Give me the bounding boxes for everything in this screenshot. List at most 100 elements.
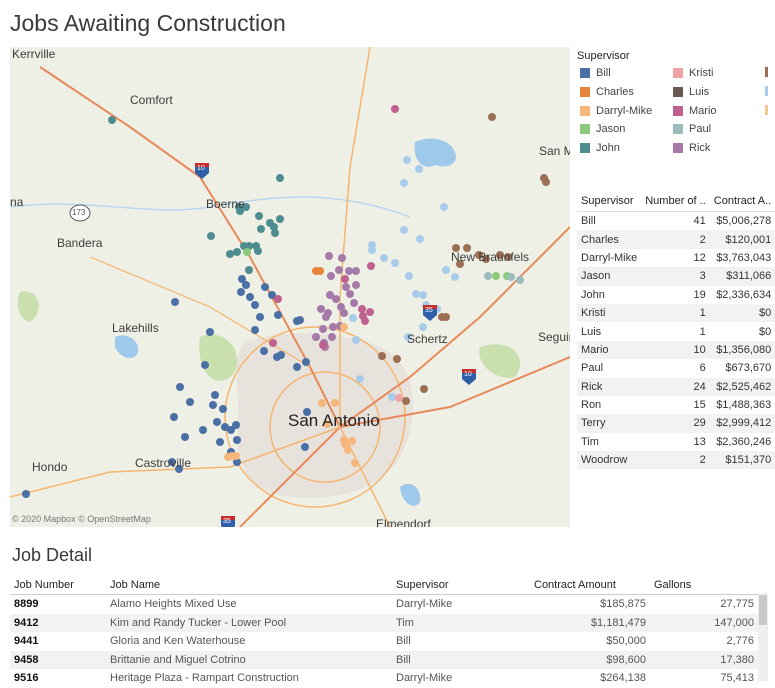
table-row[interactable]: Terry 29 $2,999,412 bbox=[577, 414, 775, 433]
job-point bbox=[219, 405, 227, 413]
count-cell: 19 bbox=[693, 288, 706, 301]
job-point bbox=[451, 273, 459, 281]
legend-item-paul[interactable]: Paul bbox=[673, 123, 711, 135]
legend-item-john[interactable]: John bbox=[580, 142, 620, 154]
job-point bbox=[246, 293, 254, 301]
legend-swatch bbox=[580, 68, 590, 78]
place-schertz: Schertz bbox=[407, 332, 448, 346]
count-cell: 15 bbox=[693, 399, 706, 412]
legend-item-darryl-mike[interactable]: Darryl-Mike bbox=[580, 105, 652, 117]
table-row[interactable]: 8899 Alamo Heights Mixed Use Darryl-Mike… bbox=[10, 595, 758, 614]
table-row[interactable]: Bill 41 $5,006,278 bbox=[577, 212, 775, 231]
job-point bbox=[351, 459, 359, 467]
supervisor-cell: Jason bbox=[577, 267, 642, 286]
place-lakehills: Lakehills bbox=[112, 321, 159, 335]
jobs-map[interactable]: 10 35 10 35 173 Kerrville Comfort Boerne… bbox=[10, 47, 570, 527]
table-row[interactable]: Woodrow 2 $151,370 bbox=[577, 451, 775, 470]
table-row[interactable]: 9441 Gloria and Ken Waterhouse Bill $50,… bbox=[10, 632, 758, 651]
table-row[interactable]: Mario 10 $1,356,080 bbox=[577, 340, 775, 360]
legend-swatch-overflow bbox=[765, 86, 768, 96]
table-row[interactable]: Darryl-Mike 12 $3,763,043 bbox=[577, 249, 775, 267]
shield-label: 173 bbox=[72, 208, 86, 217]
table-row[interactable]: Kristi 1 $0 bbox=[577, 303, 775, 323]
column-header[interactable]: Contract A.. bbox=[709, 191, 775, 212]
dashboard-title: Jobs Awaiting Construction bbox=[10, 10, 286, 36]
job-point bbox=[316, 267, 324, 275]
job-point bbox=[366, 308, 374, 316]
job-point bbox=[22, 490, 30, 498]
job-point bbox=[207, 232, 215, 240]
supervisor-cell: Mario bbox=[577, 340, 642, 360]
legend-item-luis[interactable]: Luis bbox=[673, 86, 709, 98]
place-san-antonio: San Antonio bbox=[288, 411, 380, 430]
legend-item-charles[interactable]: Charles bbox=[580, 86, 634, 98]
legend-title: Supervisor bbox=[577, 50, 630, 62]
legend-swatch bbox=[580, 87, 590, 97]
job-point bbox=[312, 333, 320, 341]
legend-item-mario[interactable]: Mario bbox=[673, 105, 717, 117]
legend-item-bill[interactable]: Bill bbox=[580, 67, 611, 79]
shield-label: 35 bbox=[223, 518, 231, 525]
place-seguin: Seguin bbox=[538, 330, 570, 344]
job-point bbox=[274, 311, 282, 319]
legend-item-kristi[interactable]: Kristi bbox=[673, 67, 713, 79]
column-header[interactable]: Number of .. bbox=[641, 191, 710, 212]
legend-label: Rick bbox=[689, 142, 711, 154]
job-point bbox=[260, 347, 268, 355]
job-detail-scrollbar[interactable] bbox=[758, 593, 768, 681]
job-point bbox=[331, 399, 339, 407]
supervisor-cell: John bbox=[581, 288, 605, 301]
column-header[interactable]: Gallons bbox=[650, 576, 758, 595]
map-canvas[interactable] bbox=[10, 47, 570, 527]
table-row[interactable]: Ron 15 $1,488,363 bbox=[577, 396, 775, 414]
supervisor-cell: Rick bbox=[577, 377, 642, 396]
job-point bbox=[378, 352, 386, 360]
job-point bbox=[213, 418, 221, 426]
table-row[interactable]: 9412 Kim and Randy Tucker - Lower Pool T… bbox=[10, 613, 758, 632]
job-point bbox=[400, 226, 408, 234]
table-row[interactable]: Tim 13 $2,360,246 bbox=[577, 433, 775, 451]
job-point bbox=[403, 156, 411, 164]
job-point bbox=[226, 250, 234, 258]
job-point bbox=[274, 295, 282, 303]
supervisor-cell: Darryl-Mike bbox=[396, 598, 453, 611]
job-number-cell: 9458 bbox=[10, 650, 106, 669]
legend-item-rick[interactable]: Rick bbox=[673, 142, 710, 154]
job-point bbox=[358, 305, 366, 313]
table-row[interactable]: 9458 Brittanie and Miguel Cotrino Bill $… bbox=[10, 650, 758, 669]
legend-item-jason[interactable]: Jason bbox=[580, 123, 625, 135]
job-point bbox=[542, 178, 550, 186]
column-header[interactable]: Supervisor bbox=[392, 576, 530, 595]
job-point bbox=[251, 301, 259, 309]
amount-cell: $0 bbox=[709, 303, 775, 323]
job-point bbox=[233, 248, 241, 256]
job-point bbox=[393, 355, 401, 363]
place-kerrville: Kerrville bbox=[12, 47, 56, 61]
table-row[interactable]: Rick 24 $2,525,462 bbox=[577, 377, 775, 396]
legend-swatch bbox=[580, 143, 590, 153]
table-row[interactable]: Charles 2 $120,001 bbox=[577, 230, 775, 249]
contract-amount-cell: $264,138 bbox=[600, 672, 646, 685]
column-header[interactable]: Job Number bbox=[10, 576, 106, 595]
amount-cell: $151,370 bbox=[709, 451, 775, 470]
table-row[interactable]: John 19 $2,336,634 bbox=[577, 286, 775, 304]
column-header[interactable]: Supervisor bbox=[577, 191, 642, 212]
job-point bbox=[261, 283, 269, 291]
job-point bbox=[293, 363, 301, 371]
map-attribution[interactable]: © 2020 Mapbox © OpenStreetMap bbox=[12, 514, 151, 524]
table-row[interactable]: Paul 6 $673,670 bbox=[577, 359, 775, 377]
scrollbar-thumb[interactable] bbox=[759, 595, 767, 625]
legend-label: Bill bbox=[596, 67, 611, 79]
table-row[interactable]: 9516 Heritage Plaza - Rampart Constructi… bbox=[10, 669, 758, 688]
job-number-cell: 9441 bbox=[14, 635, 39, 648]
shield-label: 35 bbox=[425, 307, 433, 314]
table-row[interactable]: Luis 1 $0 bbox=[577, 322, 775, 340]
legend-label: Paul bbox=[689, 123, 712, 135]
job-point bbox=[352, 267, 360, 275]
job-point bbox=[243, 248, 251, 256]
amount-cell: $1,488,363 bbox=[716, 399, 772, 412]
column-header[interactable]: Job Name bbox=[106, 576, 392, 595]
column-header[interactable]: Contract Amount bbox=[530, 576, 650, 595]
table-row[interactable]: Jason 3 $311,066 bbox=[577, 267, 775, 286]
legend-swatch bbox=[673, 68, 683, 78]
